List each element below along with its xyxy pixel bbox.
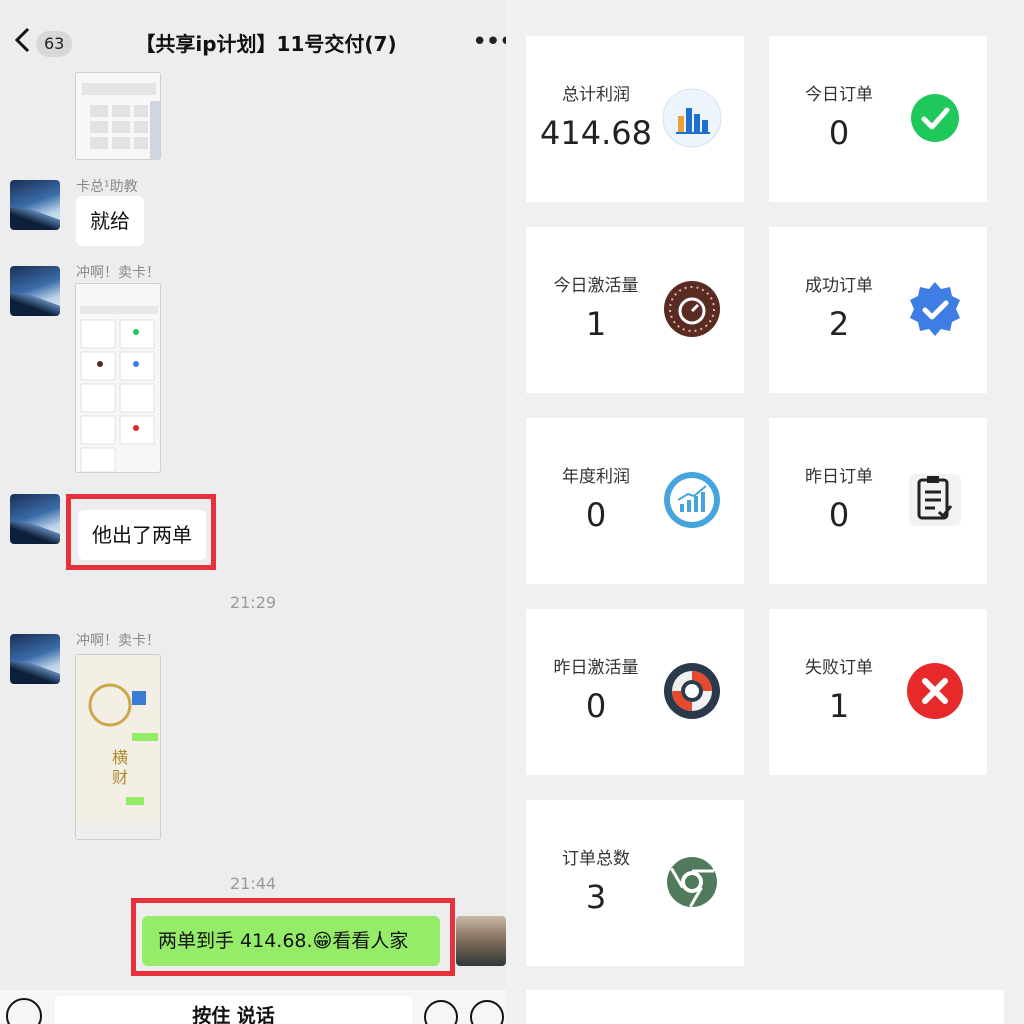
stat-card-annual-profit[interactable]: 年度利润 0 bbox=[526, 418, 744, 584]
clipboard-check-icon bbox=[909, 474, 961, 526]
card-label: 今日订单 bbox=[805, 85, 873, 105]
check-circle-icon bbox=[911, 94, 959, 142]
timestamp: 21:44 bbox=[229, 874, 277, 893]
dashboard-panel: 总计利润 414.68 今日订单 0 今日激活量 1 成功订单 2 年度利润 0… bbox=[506, 0, 1024, 1024]
unread-badge[interactable]: 63 bbox=[36, 31, 73, 57]
card-label: 失败订单 bbox=[805, 658, 873, 678]
stat-card-today-orders[interactable]: 今日订单 0 bbox=[769, 36, 987, 202]
timestamp: 21:29 bbox=[229, 593, 277, 612]
avatar[interactable] bbox=[10, 494, 60, 544]
lifebuoy-icon bbox=[664, 663, 720, 719]
growth-chart-icon bbox=[664, 472, 720, 528]
bar-chart-icon bbox=[662, 88, 722, 148]
chat-panel: 63 【共享ip计划】11号交付(7) ••• 卡总¹助教 就给 冲啊！卖卡！ bbox=[0, 0, 506, 1024]
message-bubble[interactable]: 就给 bbox=[76, 196, 144, 246]
chat-title: 【共享ip计划】11号交付(7) bbox=[135, 32, 397, 56]
verified-badge-icon bbox=[910, 282, 960, 336]
back-icon[interactable] bbox=[12, 26, 34, 54]
card-label: 成功订单 bbox=[805, 276, 873, 296]
stat-card-total-orders[interactable]: 订单总数 3 bbox=[526, 800, 744, 966]
sender-name: 卡总¹助教 bbox=[76, 179, 138, 195]
avatar[interactable] bbox=[10, 266, 60, 316]
card-value: 414.68 bbox=[540, 114, 652, 152]
stat-card-yesterday-activations[interactable]: 昨日激活量 0 bbox=[526, 609, 744, 775]
image-message[interactable] bbox=[75, 283, 161, 473]
card-label: 昨日激活量 bbox=[553, 658, 639, 678]
bottom-strip bbox=[526, 990, 1004, 1024]
sender-name: 冲啊！卖卡！ bbox=[76, 633, 160, 649]
stat-card-total-profit[interactable]: 总计利润 414.68 bbox=[526, 36, 744, 202]
svg-text:财: 财 bbox=[112, 768, 128, 787]
card-value: 1 bbox=[828, 687, 850, 725]
card-label: 年度利润 bbox=[562, 467, 630, 487]
self-avatar[interactable] bbox=[456, 916, 506, 966]
avatar[interactable] bbox=[10, 180, 60, 230]
card-label: 昨日订单 bbox=[805, 467, 873, 487]
stat-card-failed-orders[interactable]: 失败订单 1 bbox=[769, 609, 987, 775]
stat-card-yesterday-orders[interactable]: 昨日订单 0 bbox=[769, 418, 987, 584]
image-message[interactable] bbox=[75, 72, 161, 160]
more-icon[interactable]: ••• bbox=[472, 29, 506, 55]
card-value: 0 bbox=[585, 496, 607, 534]
card-value: 0 bbox=[828, 114, 850, 152]
highlight-box bbox=[66, 494, 216, 570]
highlight-box bbox=[131, 898, 455, 976]
card-label: 总计利润 bbox=[562, 85, 630, 105]
card-value: 2 bbox=[828, 305, 850, 343]
stat-card-today-activations[interactable]: 今日激活量 1 bbox=[526, 227, 744, 393]
stat-card-success-orders[interactable]: 成功订单 2 bbox=[769, 227, 987, 393]
card-label: 订单总数 bbox=[562, 849, 630, 869]
chrome-icon bbox=[667, 857, 717, 908]
chat-screenshot-thumbnail: 横 财 bbox=[76, 655, 160, 839]
dashboard-screenshot-thumbnail bbox=[80, 306, 158, 472]
card-value: 0 bbox=[828, 496, 850, 534]
card-value: 3 bbox=[585, 878, 607, 916]
error-circle-icon bbox=[907, 663, 963, 719]
avatar[interactable] bbox=[10, 634, 60, 684]
card-value: 1 bbox=[585, 305, 607, 343]
hold-to-talk-button[interactable]: 按住 说话 bbox=[55, 996, 412, 1024]
image-message[interactable]: 横 财 bbox=[75, 654, 161, 840]
svg-text:横: 横 bbox=[112, 748, 128, 767]
card-label: 今日激活量 bbox=[553, 276, 639, 296]
timer-icon bbox=[664, 281, 720, 337]
card-value: 0 bbox=[585, 687, 607, 725]
chat-header: 63 【共享ip计划】11号交付(7) ••• bbox=[0, 0, 506, 72]
sender-name: 冲啊！卖卡！ bbox=[76, 265, 160, 281]
screenshot-thumbnail bbox=[82, 83, 160, 159]
